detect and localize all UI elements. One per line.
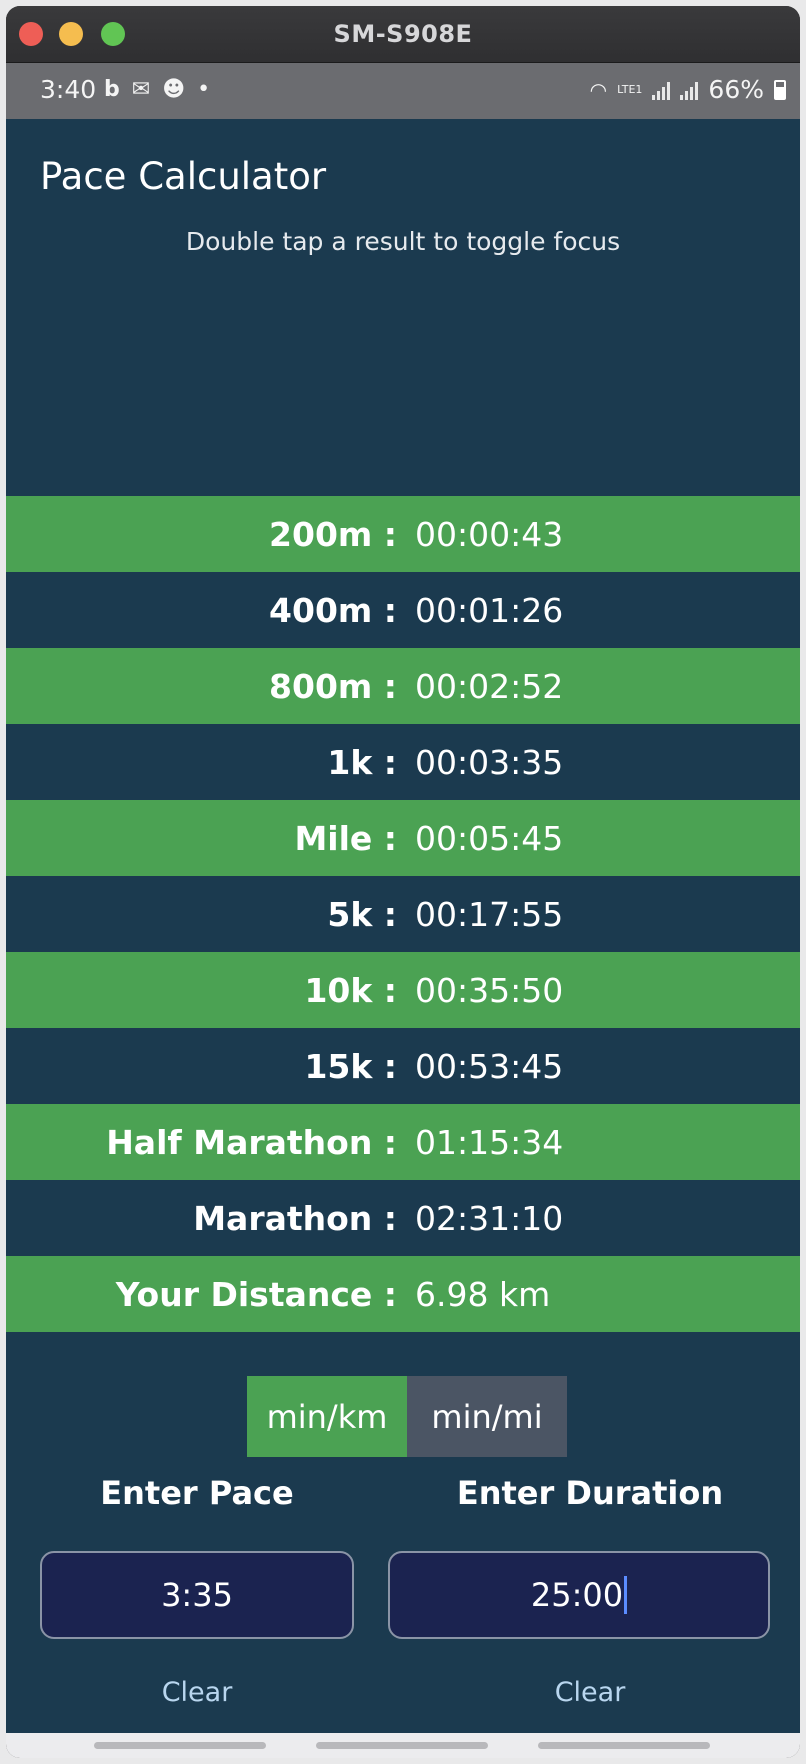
result-value: 00:05:45 — [415, 818, 564, 858]
unit-toggle: min/km min/mi — [247, 1376, 567, 1457]
result-row-15k[interactable]: 15k : 00:53:45 — [6, 1028, 800, 1104]
result-value: 00:03:35 — [415, 742, 564, 782]
back-button[interactable] — [538, 1742, 710, 1749]
battery-icon — [774, 79, 786, 100]
bing-icon: b — [104, 77, 120, 102]
result-value: 00:02:52 — [415, 666, 564, 706]
result-row-your-distance[interactable]: Your Distance : 6.98 km — [6, 1256, 800, 1332]
result-label: 800m : — [269, 666, 397, 706]
clear-duration-button[interactable]: Clear — [388, 1677, 792, 1708]
volte-icon: LTE1 — [617, 83, 643, 96]
result-row-mile[interactable]: Mile : 00:05:45 — [6, 800, 800, 876]
home-button[interactable] — [316, 1742, 488, 1749]
battery-percent: 66% — [708, 75, 764, 104]
result-label: 15k : — [304, 1046, 397, 1086]
system-icons: ◠ LTE1 66% — [590, 75, 786, 104]
wifi-icon: ◠ — [589, 77, 608, 102]
result-label: 1k : — [327, 742, 397, 782]
result-value: 00:00:43 — [415, 514, 564, 554]
navigation-bar — [6, 1733, 800, 1758]
text-cursor — [624, 1576, 628, 1614]
app-screen: Pace Calculator Double tap a result to t… — [6, 119, 800, 1733]
hint-text: Double tap a result to toggle focus — [185, 227, 621, 256]
pace-input-value: 3:35 — [161, 1576, 233, 1614]
result-value: 02:31:10 — [415, 1198, 564, 1238]
result-row-10k[interactable]: 10k : 00:35:50 — [6, 952, 800, 1028]
result-label: Marathon : — [193, 1198, 397, 1238]
more-notifications-icon: • — [197, 77, 211, 102]
clear-pace-button[interactable]: Clear — [40, 1677, 354, 1708]
status-bar: 3:40 b ✉ ☻ • ◠ LTE1 66% — [6, 63, 800, 119]
result-label: Your Distance : — [115, 1274, 397, 1314]
emulator-window: SM-S908E 3:40 b ✉ ☻ • ◠ LTE1 66% Pace Ca… — [6, 6, 800, 1758]
result-row-800m[interactable]: 800m : 00:02:52 — [6, 648, 800, 724]
mail-icon: ✉ — [131, 77, 151, 102]
result-value: 00:17:55 — [415, 894, 564, 934]
unit-min-per-km-button[interactable]: min/km — [247, 1376, 407, 1457]
window-title: SM-S908E — [333, 20, 473, 48]
results-list: 200m : 00:00:43 400m : 00:01:26 800m : 0… — [6, 496, 800, 1332]
signal-roaming-icon — [680, 80, 699, 100]
result-row-half-marathon[interactable]: Half Marathon : 01:15:34 — [6, 1104, 800, 1180]
result-row-5k[interactable]: 5k : 00:17:55 — [6, 876, 800, 952]
duration-input-value: 25:00 — [530, 1576, 624, 1614]
pace-label: Enter Pace — [100, 1474, 294, 1512]
result-label: 10k : — [304, 970, 397, 1010]
reddit-icon: ☻ — [162, 77, 186, 102]
result-label: 200m : — [269, 514, 397, 554]
result-value: 00:35:50 — [415, 970, 564, 1010]
result-value: 6.98 km — [415, 1274, 551, 1314]
recent-apps-button[interactable] — [94, 1742, 266, 1749]
app-title: Pace Calculator — [40, 155, 327, 198]
result-label: 400m : — [269, 590, 397, 630]
result-value: 00:01:26 — [415, 590, 564, 630]
duration-label: Enter Duration — [456, 1474, 724, 1512]
status-time: 3:40 — [40, 75, 97, 104]
result-label: Half Marathon : — [106, 1122, 397, 1162]
result-label: Mile : — [294, 818, 397, 858]
signal-icon — [652, 80, 671, 100]
result-row-400m[interactable]: 400m : 00:01:26 — [6, 572, 800, 648]
window-titlebar: SM-S908E — [6, 6, 800, 63]
result-value: 01:15:34 — [415, 1122, 564, 1162]
result-row-1k[interactable]: 1k : 00:03:35 — [6, 724, 800, 800]
result-value: 00:53:45 — [415, 1046, 564, 1086]
unit-min-per-mi-button[interactable]: min/mi — [407, 1376, 567, 1457]
result-row-marathon[interactable]: Marathon : 02:31:10 — [6, 1180, 800, 1256]
result-row-200m[interactable]: 200m : 00:00:43 — [6, 496, 800, 572]
pace-input[interactable]: 3:35 — [40, 1551, 354, 1639]
duration-input[interactable]: 25:00 — [388, 1551, 770, 1639]
notification-icons: b ✉ ☻ • — [104, 77, 210, 102]
result-label: 5k : — [327, 894, 397, 934]
